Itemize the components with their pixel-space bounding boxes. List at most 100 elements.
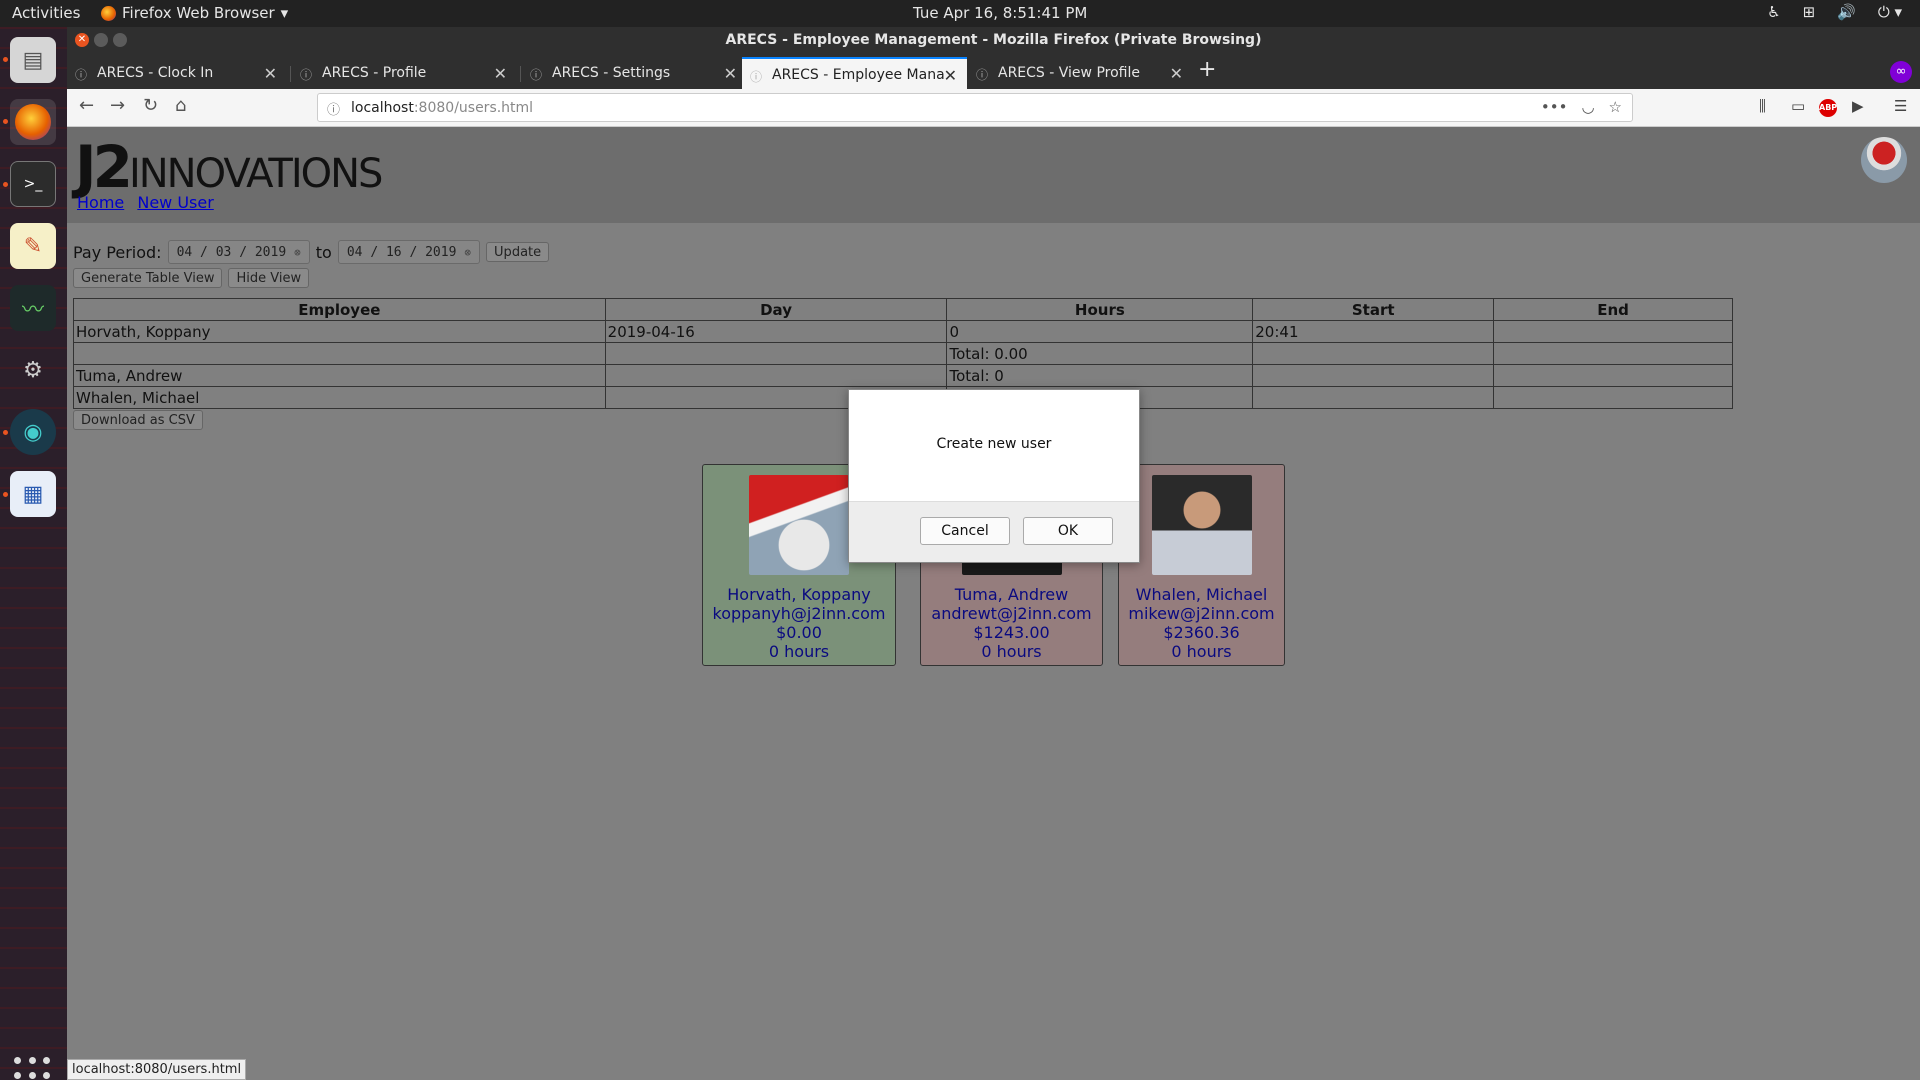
to-label: to bbox=[315, 242, 332, 262]
download-csv-button[interactable]: Download as CSV bbox=[73, 410, 203, 430]
table-header-row: Employee Day Hours Start End bbox=[73, 298, 1733, 321]
accessibility-icon[interactable]: ♿ bbox=[1767, 3, 1780, 21]
employee-pay: $0.00 bbox=[776, 623, 822, 642]
tab-close-icon[interactable]: ✕ bbox=[1170, 64, 1183, 83]
app-icon[interactable]: ◉ bbox=[10, 409, 56, 455]
url-bar[interactable]: ⓘ localhost:8080/users.html ••• ◡ ☆ bbox=[317, 93, 1633, 122]
pocket-icon[interactable]: ◡ bbox=[1581, 98, 1594, 116]
cancel-button[interactable]: Cancel bbox=[920, 517, 1010, 545]
update-button[interactable]: Update bbox=[486, 242, 550, 262]
create-user-dialog: Create new user Cancel OK bbox=[848, 389, 1140, 563]
employee-name: Tuma, Andrew bbox=[954, 585, 1069, 604]
app-menu[interactable]: Firefox Web Browser ▾ bbox=[101, 4, 288, 22]
table-cell: Total: 0 bbox=[946, 364, 1254, 387]
firefox-dock-icon[interactable] bbox=[10, 99, 56, 145]
launcher-dock: ▤ >_ ✎ 〰 ⚙ ◉ ▦ bbox=[0, 27, 67, 1080]
column-header: Hours bbox=[946, 298, 1254, 321]
table-cell bbox=[1252, 342, 1495, 365]
logo-main: J2 bbox=[75, 133, 133, 201]
back-icon[interactable]: ← bbox=[79, 95, 94, 116]
tab-employee-management[interactable]: ⓘ ARECS - Employee Mana ✕ bbox=[742, 57, 967, 89]
generate-table-view-button[interactable]: Generate Table View bbox=[73, 268, 223, 288]
tab-view-profile[interactable]: ⓘ ARECS - View Profile ✕ bbox=[968, 57, 1193, 89]
bookmark-star-icon[interactable]: ☆ bbox=[1609, 98, 1622, 116]
home-icon[interactable]: ⌂ bbox=[175, 95, 186, 116]
power-icon[interactable]: ⏻ ▾ bbox=[1878, 3, 1902, 21]
page-info-icon: ⓘ bbox=[976, 68, 989, 82]
settings-icon[interactable]: ⚙ bbox=[10, 347, 56, 393]
table-cell: 20:41 bbox=[1252, 320, 1495, 343]
tab-label: ARECS - Employee Mana bbox=[772, 67, 945, 83]
pay-period-from-input[interactable]: 04 / 03 / 2019 ⊗ bbox=[167, 240, 310, 264]
volume-icon[interactable]: 🔊 bbox=[1837, 3, 1856, 21]
clear-icon[interactable]: ⊗ bbox=[464, 246, 471, 259]
hide-view-button[interactable]: Hide View bbox=[228, 268, 310, 288]
column-header: Start bbox=[1252, 298, 1495, 321]
private-browsing-icon: ∞ bbox=[1890, 61, 1912, 83]
table-cell: 2019-04-16 bbox=[604, 320, 948, 343]
employee-email: mikew@j2inn.com bbox=[1128, 604, 1275, 623]
site-info-icon[interactable]: ⓘ bbox=[327, 99, 340, 118]
system-monitor-icon[interactable]: 〰 bbox=[10, 285, 56, 331]
view-buttons: Generate Table View Hide View bbox=[73, 268, 310, 288]
sidebar-icon[interactable]: ▭ bbox=[1791, 97, 1805, 115]
reload-icon[interactable]: ↻ bbox=[143, 95, 158, 116]
table-cell: Horvath, Koppany bbox=[73, 320, 606, 343]
logo-rest: INNOVATIONS bbox=[128, 151, 384, 197]
running-indicator bbox=[3, 119, 8, 124]
menu-hamburger-icon[interactable]: ☰ bbox=[1894, 97, 1907, 115]
user-avatar[interactable] bbox=[1861, 137, 1907, 183]
text-editor-icon[interactable]: ✎ bbox=[10, 223, 56, 269]
home-link[interactable]: Home bbox=[77, 193, 124, 212]
files-icon[interactable]: ▤ bbox=[10, 37, 56, 83]
employee-hours: 0 hours bbox=[1171, 642, 1232, 661]
table-cell: 0 bbox=[946, 320, 1254, 343]
employee-name: Whalen, Michael bbox=[1135, 585, 1268, 604]
ok-button[interactable]: OK bbox=[1023, 517, 1113, 545]
pay-period-row: Pay Period: 04 / 03 / 2019 ⊗ to 04 / 16 … bbox=[73, 240, 550, 264]
tab-settings[interactable]: ⓘ ARECS - Settings ✕ bbox=[522, 57, 747, 89]
url-text[interactable]: localhost:8080/users.html bbox=[351, 100, 533, 116]
date-value: 04 / 03 / 2019 bbox=[176, 244, 287, 260]
adblock-icon[interactable]: ABP bbox=[1819, 99, 1837, 117]
new-user-link[interactable]: New User bbox=[137, 193, 213, 212]
tab-label: ARECS - Settings bbox=[552, 65, 671, 81]
page-actions-icon[interactable]: ••• bbox=[1541, 98, 1568, 116]
j2-innovations-logo: J2INNOVATIONS bbox=[75, 133, 384, 201]
tab-profile[interactable]: ⓘ ARECS - Profile ✕ bbox=[292, 57, 517, 89]
tab-close-icon[interactable]: ✕ bbox=[494, 64, 507, 83]
new-tab-icon[interactable]: + bbox=[1198, 57, 1216, 82]
terminal-icon[interactable]: >_ bbox=[10, 161, 56, 207]
tab-close-icon[interactable]: ✕ bbox=[944, 66, 957, 85]
tab-close-icon[interactable]: ✕ bbox=[724, 64, 737, 83]
employee-email: andrewt@j2inn.com bbox=[931, 604, 1092, 623]
employee-name: Horvath, Koppany bbox=[727, 585, 871, 604]
table-row: Horvath, Koppany 2019-04-16 0 20:41 bbox=[73, 320, 1733, 343]
tab-clock-in[interactable]: ⓘ ARECS - Clock In ✕ bbox=[67, 57, 287, 89]
writer-icon[interactable]: ▦ bbox=[10, 471, 56, 517]
firefox-icon bbox=[101, 5, 116, 21]
page-info-icon: ⓘ bbox=[300, 68, 313, 82]
library-icon[interactable]: ⫼ bbox=[1759, 97, 1766, 115]
column-header: End bbox=[1493, 298, 1733, 321]
clear-icon[interactable]: ⊗ bbox=[294, 246, 301, 259]
tab-close-icon[interactable]: ✕ bbox=[264, 64, 277, 83]
employee-hours: 0 hours bbox=[981, 642, 1042, 661]
table-cell bbox=[1252, 364, 1495, 387]
pay-period-to-input[interactable]: 04 / 16 / 2019 ⊗ bbox=[337, 240, 481, 264]
extension-icon[interactable]: ▶ bbox=[1852, 97, 1864, 115]
page-info-icon: ⓘ bbox=[530, 68, 543, 82]
table-row: Total: 0.00 bbox=[73, 342, 1733, 365]
employee-card[interactable]: Whalen, Michael mikew@j2inn.com $2360.36… bbox=[1118, 464, 1285, 666]
system-tray[interactable]: ♿ ⊞ 🔊 ⏻ ▾ bbox=[1767, 3, 1902, 21]
employee-hours: 0 hours bbox=[768, 642, 830, 661]
forward-icon[interactable]: → bbox=[110, 95, 125, 116]
chevron-down-icon: ▾ bbox=[280, 4, 289, 22]
link-status-tooltip: localhost:8080/users.html bbox=[67, 1059, 247, 1080]
page-info-icon: ⓘ bbox=[750, 70, 763, 84]
show-applications-icon[interactable] bbox=[14, 1057, 52, 1080]
activities-button[interactable]: Activities bbox=[12, 4, 80, 22]
system-clock[interactable]: Tue Apr 16, 8:51:41 PM bbox=[913, 4, 1087, 22]
running-indicator bbox=[3, 182, 8, 187]
network-icon[interactable]: ⊞ bbox=[1803, 3, 1816, 21]
